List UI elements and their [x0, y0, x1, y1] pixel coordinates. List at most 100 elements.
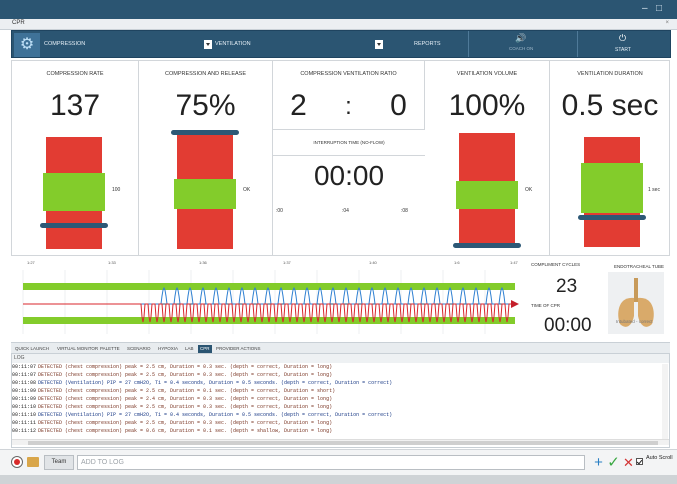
cpr-toolbar: ⚙ COMPRESSION VENTILATION REPORTS 🔊 COAC…: [11, 30, 671, 58]
tab-cpr[interactable]: CPR: [198, 345, 212, 353]
log-entry: 00:11:12 DETECTED (chest compression) pea…: [12, 428, 332, 435]
log-entry-text: DETECTED (chest compression) peak = 2.5 …: [38, 364, 333, 370]
tab-lab[interactable]: LAB: [183, 345, 196, 353]
time-tick-label: 1:47: [510, 260, 519, 265]
panel-caption: CPR ×: [0, 19, 677, 30]
log-entry-time: 00:11:08: [12, 380, 37, 386]
log-entry-text: DETECTED (chest compression) peak = 2.4 …: [38, 396, 333, 402]
time-tick-label: 1:40: [369, 260, 378, 265]
log-entry-time: 00:11:07: [12, 364, 37, 370]
ventilation-duration-indicator: [578, 215, 646, 220]
compression-rate-header: COMPRESSION RATE: [46, 71, 104, 77]
ventilation-volume-status: OK: [525, 187, 533, 193]
compression-dropdown-label[interactable]: COMPRESSION: [44, 41, 85, 47]
record-button[interactable]: [11, 456, 23, 468]
ventilation-duration-target: 1 sec: [648, 187, 660, 193]
tab-palette[interactable]: PALETTE: [98, 345, 122, 353]
tab-quick-launch[interactable]: QUICK LAUNCH: [13, 345, 51, 353]
add-icon[interactable]: +: [591, 454, 606, 471]
auto-scroll-label: Auto Scroll: [646, 455, 673, 461]
log-entry-time: 00:11:11: [12, 420, 37, 426]
ventilation-volume-column: VENTILATION VOLUME 100% OK: [425, 61, 550, 257]
log-entry-text: DETECTED (chest compression) peak = 2.5 …: [38, 420, 333, 426]
coach-on-label: COACH ON: [509, 46, 534, 51]
log-header: LOG: [12, 354, 669, 363]
waveform-chart: 1:27 1:33 1:36 1:37 1:40 1:6 1:47: [22, 260, 519, 334]
log-entry-time: 00:11:09: [12, 388, 37, 394]
lungs-icon: [608, 272, 664, 334]
gear-icon[interactable]: ⚙: [14, 33, 40, 57]
log-entry: 00:11:07 DETECTED (chest compression) pea…: [12, 372, 332, 379]
time-tick-label: 1:27: [27, 260, 36, 265]
cpr-time-value: 00:00: [544, 315, 592, 336]
team-button[interactable]: Team: [44, 455, 74, 470]
tube-status: Intubated - correct: [616, 319, 653, 324]
power-icon[interactable]: ⏻: [619, 33, 626, 44]
cycles-label: COMPLIMENT CYCLES: [531, 262, 581, 267]
ventilation-trace: [23, 286, 511, 305]
speaker-icon[interactable]: 🔊: [515, 33, 526, 44]
tab-provider-actions[interactable]: PROVIDER ACTIONS: [214, 345, 263, 353]
log-input-bar: Team ADD TO LOG + ✓ ✕ Auto Scroll: [0, 449, 677, 475]
compression-release-gauge: [171, 130, 239, 249]
log-entry: 00:11:10 DETECTED (Ventilation) PIP = 27 …: [12, 412, 392, 419]
log-entry-text: DETECTED (Ventilation) PIP = 27 cmH2O, T…: [38, 380, 393, 386]
ventilation-volume-indicator: [453, 243, 521, 248]
interruption-panel: INTERRUPTION TIME (NO-FLOW) 00:00 :00 :0…: [273, 129, 425, 257]
compression-dropdown-arrow[interactable]: [204, 40, 212, 49]
interruption-time: 00:00: [313, 160, 385, 191]
toolbar-divider: [577, 31, 578, 57]
close-icon[interactable]: ×: [665, 20, 669, 26]
time-tick-label: 1:36: [199, 260, 208, 265]
ratio-column: COMPRESSION VENTILATION RATIO 2 : 0: [273, 61, 425, 129]
compression-rate-target: 100: [112, 187, 121, 193]
reports-button[interactable]: REPORTS: [414, 41, 441, 47]
tab-scenario[interactable]: SCENARIO: [125, 345, 153, 353]
minimize-button[interactable]: –: [642, 3, 648, 14]
panel-title: CPR: [12, 20, 25, 26]
time-tick-label: 1:37: [283, 260, 292, 265]
log-entry-time: 00:11:07: [12, 372, 37, 378]
log-entry: 00:11:08 DETECTED (Ventilation) PIP = 27 …: [12, 380, 392, 387]
cancel-icon[interactable]: ✕: [621, 454, 636, 471]
log-entry-text: DETECTED (Ventilation) PIP = 27 cmH2O, T…: [38, 412, 393, 418]
time-tick-label: 1:6: [454, 260, 460, 265]
compression-rate-gauge: [40, 137, 108, 249]
log-entry-time: 00:11:10: [12, 412, 37, 418]
endotracheal-tube-label: ENDOTRACHEAL TUBE: [614, 264, 665, 269]
tab-virtual-monitor[interactable]: VIRTUAL MONITOR: [55, 345, 100, 353]
cycles-value: 23: [556, 276, 578, 297]
log-entry: 00:11:11 DETECTED (chest compression) pea…: [12, 420, 332, 427]
folder-icon[interactable]: [27, 457, 39, 467]
ventilation-dropdown-arrow[interactable]: [375, 40, 383, 49]
interruption-tick: :08: [401, 208, 408, 214]
metrics-panel: COMPRESSION RATE 137 100 COMPRESSION AND…: [11, 60, 670, 257]
log-entry-text: DETECTED (chest compression) peak = 2.5 …: [38, 372, 333, 378]
log-vertical-scrollbar[interactable]: [662, 364, 668, 440]
auto-scroll-checkbox[interactable]: [636, 458, 643, 465]
bottom-tabs: QUICK LAUNCH VIRTUAL MONITOR PALETTE SCENAR…: [11, 342, 670, 353]
ventilation-volume-gauge: [453, 133, 521, 248]
cpr-time-label: TIME OF CPR: [531, 303, 560, 308]
window-titlebar: – □: [0, 0, 677, 19]
add-to-log-input[interactable]: ADD TO LOG: [77, 455, 585, 470]
compression-rate-indicator: [40, 223, 108, 228]
maximize-button[interactable]: □: [656, 3, 662, 14]
start-button[interactable]: START: [615, 47, 631, 53]
ventilation-duration-column: VENTILATION DURATION 0.5 sec 1 sec: [550, 61, 670, 257]
log-horizontal-scrollbar[interactable]: [12, 439, 669, 445]
log-entry-time: 00:11:09: [12, 396, 37, 402]
log-entry: 00:11:09 DETECTED (chest compression) pea…: [12, 388, 335, 395]
ventilation-duration-value: 0.5 sec: [561, 89, 659, 122]
compression-release-status: OK: [243, 187, 251, 193]
compression-release-header: COMPRESSION AND RELEASE: [165, 71, 246, 77]
tab-hypoxia[interactable]: HYPOXIA: [156, 345, 180, 353]
ventilation-dropdown-label[interactable]: VENTILATION: [215, 41, 251, 47]
checkmark-icon[interactable]: ✓: [606, 454, 621, 471]
app-window: – □ CPR × ⚙ COMPRESSION VENTILATION REPO…: [0, 0, 677, 484]
log-entry-text: DETECTED (chest compression) peak = 2.5 …: [38, 388, 336, 394]
compression-rate-column: COMPRESSION RATE 137 100: [12, 61, 139, 257]
status-footer: [0, 475, 677, 484]
time-tick-label: 1:33: [108, 260, 117, 265]
log-entry-time: 00:11:12: [12, 428, 37, 434]
